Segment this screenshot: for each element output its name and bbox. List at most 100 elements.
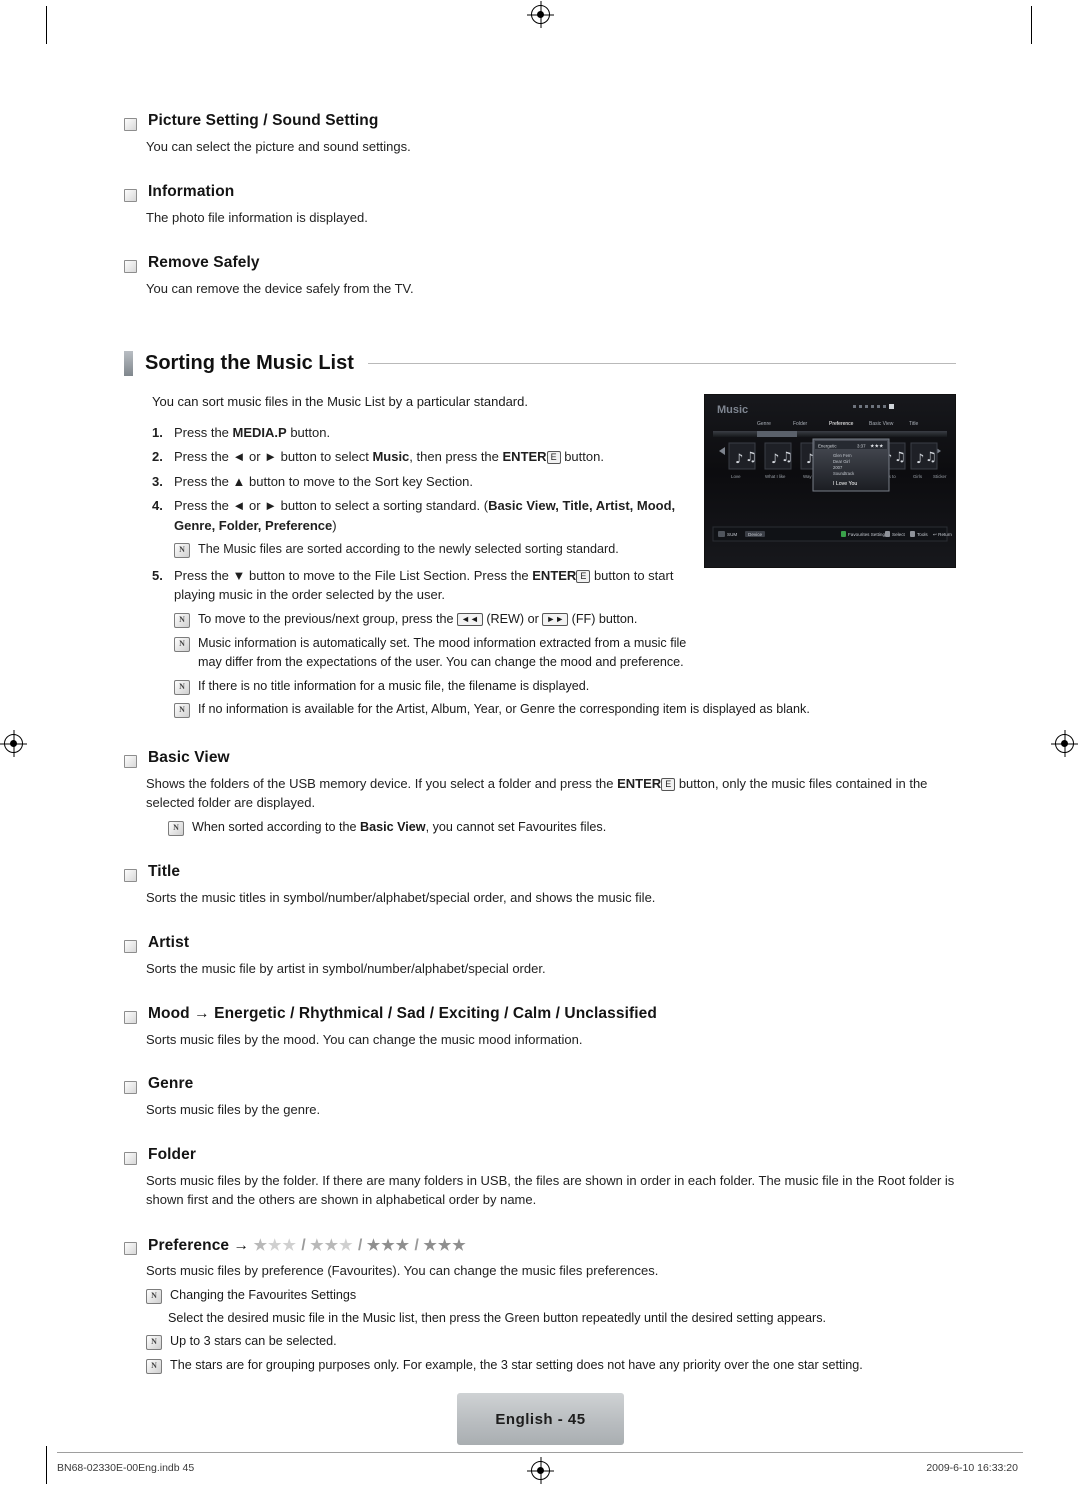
note-mood-info: N Music information is automatically set… — [174, 634, 694, 672]
svg-text:♫: ♫ — [781, 450, 793, 465]
note-icon: N — [174, 543, 190, 559]
heading-remove-safely: Remove Safely — [148, 253, 260, 271]
step-text: Press the ◄ or ► button to select a sort… — [174, 498, 676, 533]
heading-preference: Preference → ★★★ / ★★★ / ★★★ / ★★★ — [148, 1237, 467, 1255]
step-number: 2. — [152, 449, 163, 465]
svg-text:♫: ♫ — [925, 450, 937, 465]
note-text: The Music files are sorted according to … — [198, 542, 619, 557]
registration-mark-left — [4, 734, 23, 753]
section-mood: Mood → Energetic / Rhythmical / Sad / Ex… — [124, 1005, 956, 1050]
section-heading-sorting-music-list: Sorting the Music List — [145, 351, 354, 374]
rew-icon: ◄◄ — [457, 612, 483, 626]
svg-text:Tools: Tools — [917, 532, 928, 537]
note-text: To move to the previous/next group, pres… — [198, 611, 638, 626]
note-icon: N — [174, 703, 190, 719]
step-number: 4. — [152, 498, 163, 514]
body-information: The photo file information is displayed. — [146, 209, 368, 225]
note-icon: N — [174, 636, 190, 652]
note-text: Changing the Favourites Settings — [170, 1287, 357, 1302]
svg-text:Preference: Preference — [829, 421, 854, 427]
bullet-icon — [124, 1242, 137, 1256]
enter-key-icon: E — [546, 451, 561, 465]
body-genre: Sorts music files by the genre. — [146, 1102, 321, 1118]
registration-mark-right — [1055, 734, 1074, 753]
step-1: 1. Press the MEDIA.P button. — [152, 423, 692, 443]
svg-text:Favourites Setting: Favourites Setting — [848, 532, 885, 537]
bullet-icon — [124, 868, 137, 882]
svg-text:♫: ♫ — [894, 450, 906, 465]
svg-text:♪: ♪ — [735, 452, 743, 467]
svg-text:♪: ♪ — [916, 452, 924, 467]
body-basic-view: Shows the folders of the USB memory devi… — [146, 776, 928, 811]
heading-genre: Genre — [148, 1075, 194, 1093]
bullet-icon — [124, 188, 137, 202]
section-preference: Preference → ★★★ / ★★★ / ★★★ / ★★★ Sorts… — [124, 1236, 956, 1375]
step-3: 3. Press the ▲ button to move to the Sor… — [152, 472, 692, 492]
section-artist: Artist Sorts the music file by artist in… — [124, 934, 956, 979]
preference-notes: N Changing the Favourites Settings Selec… — [146, 1286, 956, 1375]
step-text: Press the MEDIA.P button. — [174, 424, 331, 440]
svg-text:Device: Device — [748, 532, 762, 537]
notes-after-step5-wide: N If there is no title information for a… — [174, 677, 964, 720]
note-icon: N — [168, 821, 184, 837]
step-number: 5. — [152, 567, 163, 583]
tv-screenshot-music-list: Music Genre Folder Preference Basic View — [704, 393, 956, 568]
steps-list: 1. Press the MEDIA.P button. 2. Press th… — [152, 423, 692, 605]
svg-text:Folder: Folder — [793, 421, 808, 427]
step-number: 3. — [152, 473, 163, 489]
steps-and-screenshot: Music Genre Folder Preference Basic View — [124, 393, 956, 720]
star-rating-2: ★★★ — [310, 1237, 354, 1255]
body-artist: Sorts the music file by artist in symbol… — [146, 960, 546, 976]
note-text: If there is no title information for a m… — [198, 678, 590, 693]
section-rule — [367, 362, 956, 364]
page-number-badge: English - 45 — [457, 1393, 624, 1445]
enter-key-icon: E — [576, 569, 591, 583]
heading-preference-label: Preference → — [148, 1237, 250, 1255]
heading-folder: Folder — [148, 1146, 196, 1164]
section-folder: Folder Sorts music files by the folder. … — [124, 1146, 956, 1210]
footer-divider — [57, 1452, 1023, 1453]
page-content: Picture Setting / Sound Setting You can … — [124, 112, 956, 1375]
svg-text:SUM: SUM — [727, 532, 737, 537]
note-up-to-3-stars: N Up to 3 stars can be selected. — [146, 1332, 956, 1351]
step-text: Press the ▲ button to move to the Sort k… — [174, 473, 474, 489]
heading-mood: Mood → Energetic / Rhythmical / Sad / Ex… — [148, 1004, 657, 1022]
crop-mark-top-right — [1031, 6, 1032, 44]
section-basic-view: Basic View Shows the folders of the USB … — [124, 749, 956, 837]
step-text: Press the ◄ or ► button to select Music,… — [174, 449, 604, 465]
heading-picture-sound: Picture Setting / Sound Setting — [148, 112, 379, 129]
note-icon: N — [174, 612, 190, 628]
svg-text:Soundtrack: Soundtrack — [833, 471, 855, 476]
svg-text:Girls: Girls — [913, 474, 923, 479]
registration-mark-bottom — [531, 1461, 550, 1480]
note-text: The stars are for grouping purposes only… — [170, 1357, 863, 1372]
crop-mark-top-left — [46, 6, 47, 44]
bullet-icon — [124, 939, 137, 953]
ff-icon: ►► — [542, 612, 569, 626]
step-5: 5. Press the ▼ button to move to the Fil… — [152, 566, 692, 605]
note-text: Up to 3 stars can be selected. — [170, 1334, 337, 1348]
svg-text:Way: Way — [803, 474, 812, 479]
manual-page: Picture Setting / Sound Setting You can … — [0, 0, 1080, 1488]
enter-key-icon: E — [661, 778, 676, 792]
note-no-title: N If there is no title information for a… — [174, 677, 964, 696]
note-icon: N — [174, 679, 190, 695]
note-sorted-standard: N The Music files are sorted according t… — [174, 540, 692, 559]
svg-text:♪: ♪ — [771, 452, 779, 467]
section-title-block: Sorting the Music List — [124, 350, 956, 376]
note-basic-view-favourites: N When sorted according to the Basic Vie… — [168, 818, 956, 837]
bullet-icon — [124, 118, 137, 131]
body-mood: Sorts music files by the mood. You can c… — [146, 1031, 583, 1047]
svg-text:★★★: ★★★ — [870, 443, 884, 449]
step-2: 2. Press the ◄ or ► button to select Mus… — [152, 447, 692, 467]
body-title: Sorts the music titles in symbol/number/… — [146, 889, 656, 905]
note-grouping-purposes: N The stars are for grouping purposes on… — [146, 1356, 956, 1375]
bullet-icon — [124, 1081, 137, 1095]
heading-title: Title — [148, 862, 181, 880]
svg-text:Dear Girl: Dear Girl — [833, 459, 850, 464]
heading-artist: Artist — [148, 933, 190, 951]
section-title-sort: Title Sorts the music titles in symbol/n… — [124, 863, 956, 908]
body-remove-safely: You can remove the device safely from th… — [146, 280, 414, 296]
svg-text:Basic View: Basic View — [869, 421, 894, 427]
body-folder: Sorts music files by the folder. If ther… — [146, 1173, 955, 1208]
